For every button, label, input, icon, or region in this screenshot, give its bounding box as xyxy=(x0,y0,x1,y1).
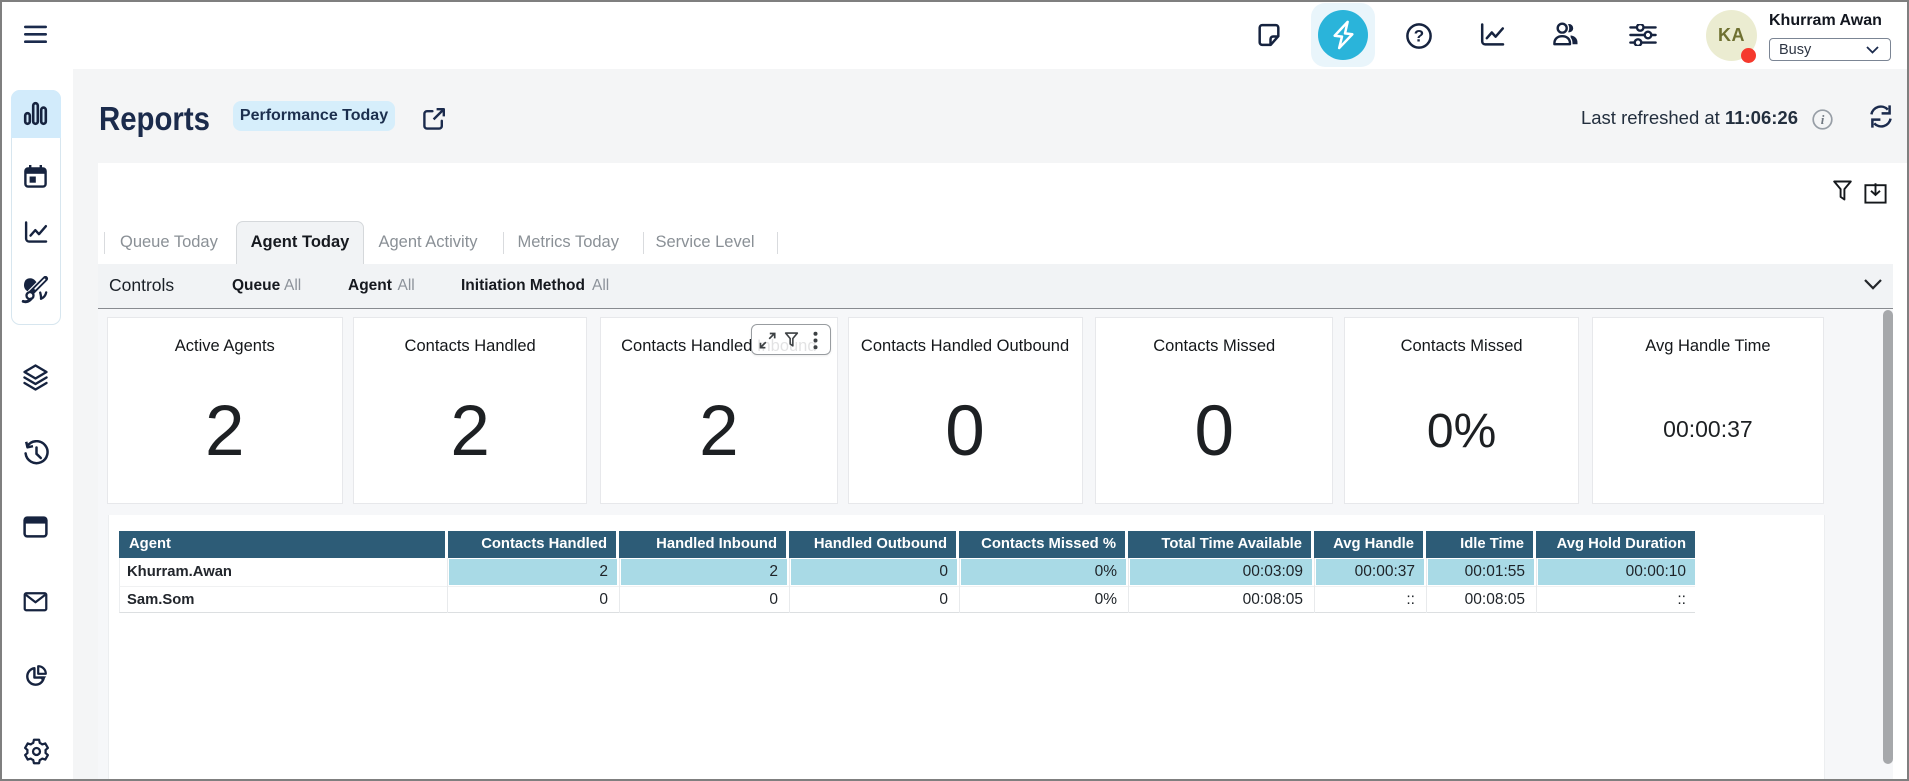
svg-text:?: ? xyxy=(1414,26,1424,45)
svg-text:i: i xyxy=(1821,112,1825,127)
